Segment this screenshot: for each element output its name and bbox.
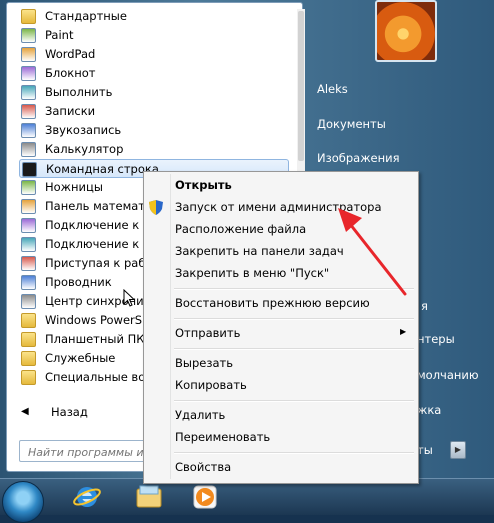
- submenu-arrow-icon: ▶: [400, 327, 407, 336]
- shutdown-button-label[interactable]: ты: [417, 440, 433, 460]
- context-menu-item[interactable]: Свойства: [175, 457, 231, 477]
- context-menu-separator: [174, 288, 414, 290]
- program-label: Стандартные: [45, 9, 127, 23]
- program-label: Служебные: [45, 351, 116, 365]
- program-label: Выполнить: [45, 85, 113, 99]
- program-label: Панель математи: [45, 199, 153, 213]
- context-menu-gutter: [170, 174, 171, 479]
- cmd-icon: [22, 162, 37, 177]
- context-menu-separator: [174, 452, 414, 454]
- context-menu-item[interactable]: Расположение файла: [175, 219, 306, 239]
- shutdown-options-arrow[interactable]: ▶: [450, 441, 466, 459]
- context-menu-separator: [174, 348, 414, 350]
- scrollbar-thumb[interactable]: [298, 11, 304, 161]
- folder-icon: [21, 313, 36, 328]
- context-menu-item[interactable]: Копировать: [175, 375, 247, 395]
- right-item-user[interactable]: Aleks: [317, 79, 348, 99]
- program-label: Windows PowerSh: [45, 313, 150, 327]
- context-menu-item[interactable]: Переименовать: [175, 427, 270, 447]
- program-item[interactable]: Выполнить: [19, 83, 289, 102]
- context-menu-item[interactable]: Закрепить на панели задач: [175, 241, 344, 261]
- getting-started-icon: [21, 256, 36, 271]
- media-player-icon[interactable]: [190, 483, 220, 511]
- program-label: Командная строка: [46, 162, 159, 176]
- explorer-icon: [21, 275, 36, 290]
- program-item[interactable]: Звукозапись: [19, 121, 289, 140]
- remote-desktop-icon: [21, 218, 36, 233]
- program-label: Ножницы: [45, 180, 103, 194]
- program-label: Подключение к у: [45, 218, 150, 232]
- program-label: Подключение к п: [45, 237, 151, 251]
- context-menu: Открыть Запуск от имени администратора Рас…: [143, 171, 419, 484]
- program-label: Проводник: [45, 275, 112, 289]
- context-menu-item[interactable]: Открыть: [175, 175, 232, 195]
- right-item-partial-4[interactable]: жка: [417, 400, 441, 420]
- right-item-pictures[interactable]: Изображения: [317, 148, 400, 168]
- program-label: Записки: [45, 104, 96, 118]
- context-menu-separator: [174, 400, 414, 402]
- math-panel-icon: [21, 199, 36, 214]
- program-label: Калькулятор: [45, 142, 124, 156]
- right-item-partial-2[interactable]: нтеры: [417, 329, 455, 349]
- user-picture[interactable]: [375, 0, 437, 62]
- context-menu-item[interactable]: Отправить: [175, 323, 240, 343]
- program-label: Блокнот: [45, 66, 96, 80]
- program-label: Звукозапись: [45, 123, 122, 137]
- right-item-partial-3[interactable]: молчанию: [417, 365, 479, 385]
- back-arrow-icon: ◀: [21, 406, 29, 417]
- program-label: Планшетный ПК: [45, 332, 145, 346]
- program-item[interactable]: Блокнот: [19, 64, 289, 83]
- right-item-documents[interactable]: Документы: [317, 114, 386, 134]
- folder-icon: [21, 370, 36, 385]
- context-menu-item[interactable]: Запуск от имени администратора: [175, 197, 382, 217]
- wordpad-icon: [21, 47, 36, 62]
- program-item[interactable]: Paint: [19, 26, 289, 45]
- internet-explorer-icon[interactable]: [72, 483, 102, 511]
- program-label: Paint: [45, 28, 74, 42]
- windows-explorer-icon[interactable]: [134, 483, 164, 511]
- program-label: Специальные воз: [45, 370, 152, 384]
- sound-recorder-icon: [21, 123, 36, 138]
- program-folder[interactable]: Стандартные: [19, 7, 289, 26]
- program-item[interactable]: Калькулятор: [19, 140, 289, 159]
- program-item[interactable]: WordPad: [19, 45, 289, 64]
- context-menu-item[interactable]: Вырезать: [175, 353, 233, 373]
- uac-shield-icon: [149, 200, 163, 215]
- scissors-icon: [21, 180, 36, 195]
- paint-icon: [21, 28, 36, 43]
- context-menu-separator: [174, 318, 414, 320]
- sticky-notes-icon: [21, 104, 36, 119]
- calculator-icon: [21, 142, 36, 157]
- run-icon: [21, 85, 36, 100]
- context-menu-item[interactable]: Восстановить прежнюю версию: [175, 293, 370, 313]
- program-item[interactable]: Записки: [19, 102, 289, 121]
- sync-center-icon: [21, 294, 36, 309]
- folder-icon: [21, 351, 36, 366]
- start-orb-icon[interactable]: [2, 481, 44, 523]
- mouse-cursor-icon: [123, 289, 135, 307]
- context-menu-item[interactable]: Удалить: [175, 405, 225, 425]
- program-label: WordPad: [45, 47, 96, 61]
- projector-icon: [21, 237, 36, 252]
- folder-icon: [21, 332, 36, 347]
- notepad-icon: [21, 66, 36, 81]
- right-item-partial-1[interactable]: я: [421, 296, 428, 316]
- back-label: Назад: [51, 405, 88, 419]
- context-menu-item[interactable]: Закрепить в меню "Пуск": [175, 263, 329, 283]
- folder-icon: [21, 9, 36, 24]
- program-label: Приступая к рабо: [45, 256, 153, 270]
